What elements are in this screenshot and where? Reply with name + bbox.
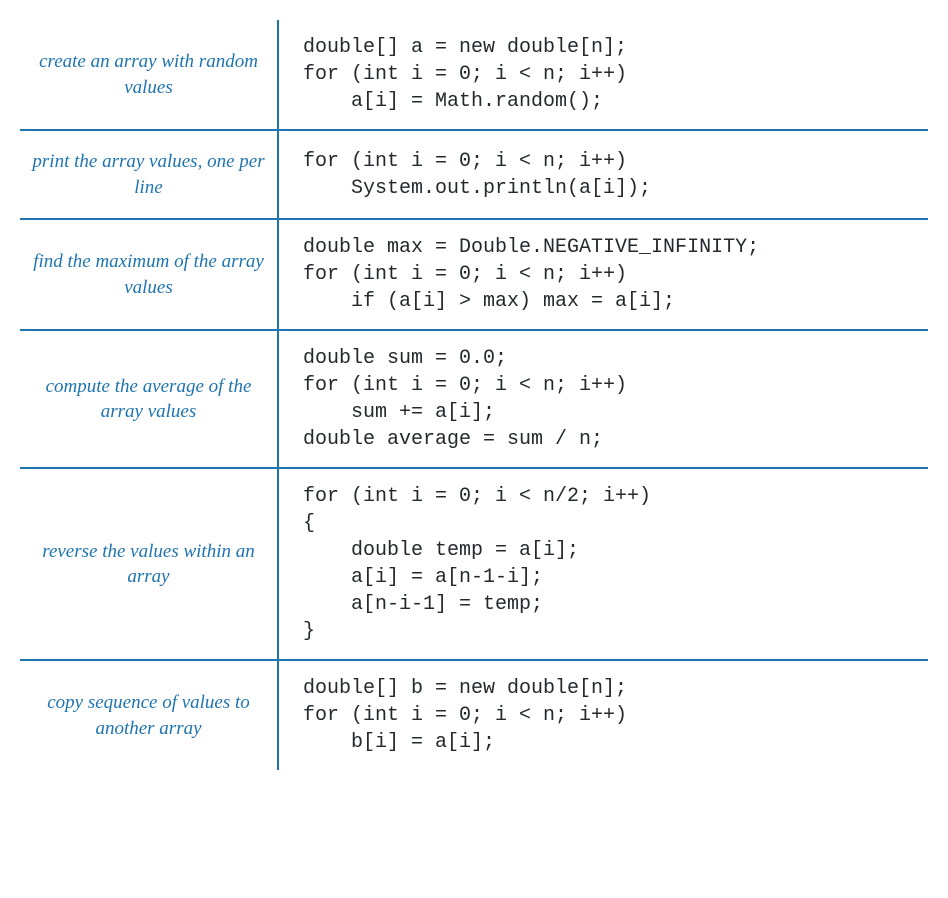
code-idiom-table: create an array with random values doubl… bbox=[20, 20, 928, 770]
idiom-code-cell: double[] a = new double[n]; for (int i =… bbox=[278, 20, 928, 130]
table-row: print the array values, one per line for… bbox=[20, 130, 928, 219]
code-block: double[] a = new double[n]; for (int i =… bbox=[303, 34, 918, 115]
code-block: for (int i = 0; i < n; i++) System.out.p… bbox=[303, 148, 918, 202]
code-block: double sum = 0.0; for (int i = 0; i < n;… bbox=[303, 345, 918, 453]
idiom-label: create an array with random values bbox=[20, 20, 278, 130]
idiom-code-cell: for (int i = 0; i < n/2; i++) { double t… bbox=[278, 468, 928, 660]
idiom-label: reverse the values within an array bbox=[20, 468, 278, 660]
idiom-code-cell: double[] b = new double[n]; for (int i =… bbox=[278, 660, 928, 770]
idiom-label: copy sequence of values to another array bbox=[20, 660, 278, 770]
idiom-label: compute the average of the array values bbox=[20, 330, 278, 468]
table-row: copy sequence of values to another array… bbox=[20, 660, 928, 770]
code-block: for (int i = 0; i < n/2; i++) { double t… bbox=[303, 483, 918, 645]
table-row: reverse the values within an array for (… bbox=[20, 468, 928, 660]
idiom-code-cell: double sum = 0.0; for (int i = 0; i < n;… bbox=[278, 330, 928, 468]
table-row: find the maximum of the array values dou… bbox=[20, 219, 928, 330]
code-block: double max = Double.NEGATIVE_INFINITY; f… bbox=[303, 234, 918, 315]
idiom-code-cell: double max = Double.NEGATIVE_INFINITY; f… bbox=[278, 219, 928, 330]
table-row: compute the average of the array values … bbox=[20, 330, 928, 468]
table-row: create an array with random values doubl… bbox=[20, 20, 928, 130]
idiom-code-cell: for (int i = 0; i < n; i++) System.out.p… bbox=[278, 130, 928, 219]
code-block: double[] b = new double[n]; for (int i =… bbox=[303, 675, 918, 756]
idiom-label: print the array values, one per line bbox=[20, 130, 278, 219]
idiom-label: find the maximum of the array values bbox=[20, 219, 278, 330]
